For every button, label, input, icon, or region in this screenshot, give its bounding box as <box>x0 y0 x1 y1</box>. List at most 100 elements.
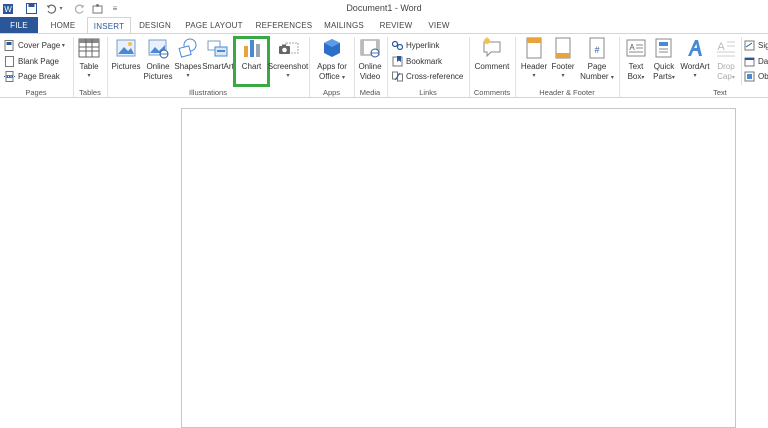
quick-parts-button[interactable]: Quick Parts▾ <box>650 37 678 87</box>
text-box-label-line2: Box <box>627 72 642 81</box>
tab-file[interactable]: FILE <box>0 17 38 34</box>
text-box-button[interactable]: A Text Box▾ <box>622 37 650 87</box>
table-dropdown-icon: ▾ <box>87 73 91 79</box>
document-title: Document1 - Word <box>346 3 422 13</box>
group-label-links: Links <box>419 88 437 97</box>
tab-references[interactable]: REFERENCES <box>254 17 314 34</box>
wordart-icon <box>688 40 702 56</box>
shapes-button[interactable]: Shapes ▾ <box>174 37 202 87</box>
apps-for-office-label: Apps for Office ▾ <box>317 62 347 83</box>
footer-button[interactable]: Footer ▾ <box>548 37 578 87</box>
document-page[interactable] <box>181 108 736 428</box>
comment-label: Comment <box>474 62 510 71</box>
signature-line-label: Sig <box>758 40 768 50</box>
page-break-icon <box>4 70 15 82</box>
quick-parts-label-line1: Quick <box>653 62 675 71</box>
cross-reference-button[interactable]: Cross-reference <box>392 69 463 83</box>
online-pictures-label-line1: Online <box>146 62 170 71</box>
insert-ribbon: Cover Page ▾ Blank Page Page Break Pages… <box>0 33 768 98</box>
footer-label: Footer <box>551 62 575 71</box>
blank-page-icon <box>5 55 14 67</box>
cover-page-button[interactable]: Cover Page ▾ <box>4 38 65 52</box>
group-label-comments: Comments <box>473 88 511 97</box>
table-button[interactable]: Table ▾ <box>76 37 102 87</box>
tab-mailings[interactable]: MAILINGS <box>320 17 368 34</box>
hyperlink-button[interactable]: Hyperlink <box>392 38 439 52</box>
screenshot-button[interactable]: Screenshot ▾ <box>267 37 309 87</box>
page-number-dropdown-icon: ▾ <box>610 75 614 81</box>
header-button[interactable]: Header ▾ <box>518 37 550 87</box>
date-time-label: Dat <box>758 56 768 66</box>
bookmark-button[interactable]: Bookmark <box>392 54 442 68</box>
group-label-media: Media <box>359 88 381 97</box>
page-break-label: Page Break <box>18 71 60 81</box>
drop-cap-label: Drop Cap▾ <box>717 62 735 83</box>
signature-line-button[interactable]: Sig <box>744 38 768 52</box>
online-video-label: Online Video <box>358 62 381 82</box>
object-button[interactable]: Obj <box>744 69 768 83</box>
hyperlink-icon <box>392 40 403 50</box>
tab-insert[interactable]: INSERT <box>87 17 131 34</box>
cross-reference-icon <box>392 71 403 81</box>
screenshot-label: Screenshot <box>267 62 309 71</box>
cover-page-label: Cover Page <box>18 40 61 50</box>
drop-cap-dropdown-icon: ▾ <box>731 75 735 81</box>
header-label: Header <box>520 62 548 71</box>
quick-parts-dropdown-icon: ▾ <box>671 75 675 81</box>
online-pictures-icon <box>148 39 169 59</box>
chart-highlight-box <box>233 36 270 87</box>
cover-page-icon <box>4 39 14 51</box>
wordart-dropdown-icon: ▾ <box>693 73 697 79</box>
ribbon-tabs: FILE HOME INSERT DESIGN PAGE LAYOUT REFE… <box>0 17 768 34</box>
signature-line-icon <box>744 40 755 50</box>
tab-page-layout[interactable]: PAGE LAYOUT <box>182 17 246 34</box>
blank-page-label: Blank Page <box>18 56 59 66</box>
drop-cap-button[interactable]: A Drop Cap▾ <box>712 37 740 87</box>
page-break-button[interactable]: Page Break <box>4 69 60 83</box>
svg-text:A: A <box>717 41 725 53</box>
quick-parts-label: Quick Parts▾ <box>653 62 675 83</box>
online-video-button[interactable]: Online Video <box>356 37 384 87</box>
smartart-icon <box>207 40 228 57</box>
smartart-label: SmartArt <box>202 62 234 71</box>
text-box-dropdown-icon: ▾ <box>641 75 645 81</box>
cover-page-dropdown-icon: ▾ <box>60 42 65 49</box>
page-number-label-line1: Page <box>587 62 607 71</box>
page-number-button[interactable]: # Page Number ▾ <box>578 37 616 87</box>
document-canvas <box>0 98 768 428</box>
apps-label-line1: Apps for <box>317 62 347 71</box>
wordart-button[interactable]: WordArt ▾ <box>678 37 712 87</box>
smartart-button[interactable]: SmartArt <box>202 37 234 87</box>
online-pictures-button[interactable]: Online Pictures <box>142 37 174 87</box>
tab-view[interactable]: VIEW <box>424 17 454 34</box>
pictures-label: Pictures <box>111 62 141 71</box>
group-label-illustrations: Illustrations <box>189 88 227 97</box>
apps-label-line2: Office <box>318 72 340 81</box>
object-icon <box>744 71 755 81</box>
group-label-apps: Apps <box>322 88 341 97</box>
tab-review[interactable]: REVIEW <box>376 17 416 34</box>
hyperlink-label: Hyperlink <box>406 40 440 50</box>
online-pictures-label-line2: Pictures <box>143 72 173 81</box>
table-icon <box>78 38 100 58</box>
comment-icon <box>483 37 501 58</box>
apps-for-office-button[interactable]: Apps for Office ▾ <box>313 37 351 87</box>
page-number-icon: # <box>589 37 605 59</box>
tab-design[interactable]: DESIGN <box>135 17 175 34</box>
online-video-label-line1: Online <box>358 62 382 71</box>
bookmark-icon <box>392 55 403 66</box>
blank-page-button[interactable]: Blank Page <box>4 54 59 68</box>
online-video-label-line2: Video <box>359 72 381 81</box>
footer-icon <box>555 37 571 59</box>
group-label-text: Text <box>713 88 727 97</box>
page-number-label-line2: Number <box>580 72 609 81</box>
cross-reference-label: Cross-reference <box>406 71 464 81</box>
pictures-button[interactable]: Pictures <box>110 37 142 87</box>
header-dropdown-icon: ▾ <box>532 73 536 79</box>
shapes-label: Shapes <box>174 62 202 71</box>
comment-button[interactable]: Comment <box>472 37 512 87</box>
tab-home[interactable]: HOME <box>44 17 82 34</box>
date-time-button[interactable]: Dat <box>744 54 768 68</box>
online-pictures-label: Online Pictures <box>144 62 173 82</box>
drop-cap-label-line2: Cap <box>717 72 732 81</box>
